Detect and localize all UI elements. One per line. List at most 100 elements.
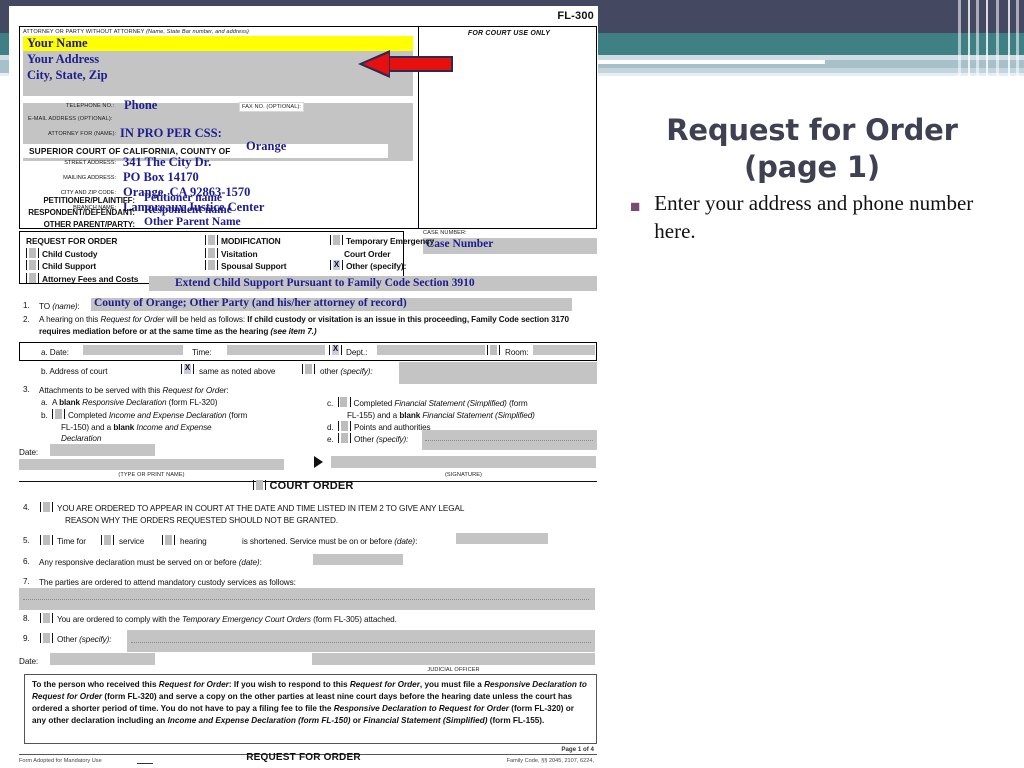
item-6-date-field[interactable] bbox=[313, 554, 403, 565]
checkbox-item-3e[interactable] bbox=[337, 433, 351, 443]
item-7-dotline bbox=[23, 599, 589, 600]
checkbox-attorney-fees[interactable] bbox=[26, 272, 39, 283]
item-3a: a. A blank Responsive Declaration (form … bbox=[41, 398, 218, 407]
item-2b-other-label: other (specify): bbox=[320, 367, 373, 376]
email-label: E-MAIL ADDRESS (Optional): bbox=[28, 116, 113, 122]
bullet-list: ■ Enter your address and phone number he… bbox=[620, 190, 1012, 245]
court-order-heading-row: COURT ORDER bbox=[9, 480, 598, 492]
checkbox-other-specify[interactable]: X bbox=[330, 260, 343, 271]
notice-text: To the person who received this Request … bbox=[32, 680, 587, 726]
checkbox-spousal-support[interactable] bbox=[205, 260, 218, 271]
checkbox-row-child-custody: Child Custody bbox=[26, 247, 206, 261]
banner-stripe-4 bbox=[986, 0, 988, 76]
temporary-emergency-line-2: Court Order bbox=[344, 248, 391, 259]
item-5-date-field[interactable] bbox=[456, 533, 548, 544]
checkbox-child-support[interactable] bbox=[26, 260, 39, 271]
page-title-line-1: Request for Order bbox=[666, 113, 958, 147]
judicial-officer-label: JUDICIAL OFFICER bbox=[427, 667, 480, 673]
telephone-row: TELEPHONE NO.: Phone FAX NO. (Optional): bbox=[20, 98, 419, 116]
checkbox-item-3d[interactable] bbox=[337, 421, 351, 431]
annotation-arrow bbox=[358, 50, 454, 80]
field-street-address: 341 The City Dr. bbox=[123, 155, 212, 169]
item-2a-dept-label: Dept.: bbox=[346, 348, 368, 357]
mailing-address-label: MAILING ADDRESS: bbox=[63, 175, 116, 181]
item-3b: b. Completed Income and Expense Declarat… bbox=[41, 409, 248, 443]
list-item: ■ Enter your address and phone number he… bbox=[620, 190, 1012, 245]
field-item-1-to: County of Orange; Other Party (and his/h… bbox=[94, 297, 407, 309]
item-3-heading: Attachments to be served with this Reque… bbox=[39, 386, 229, 395]
item-2a-dept-field[interactable] bbox=[377, 345, 485, 355]
request-heading: REQUEST FOR ORDER bbox=[26, 236, 118, 246]
item-2a-time-label: Time: bbox=[192, 348, 212, 357]
checkbox-item-4[interactable] bbox=[40, 502, 53, 512]
checkbox-child-custody[interactable] bbox=[26, 247, 39, 258]
item-2a-room-field[interactable] bbox=[533, 345, 595, 355]
checkbox-item-9[interactable] bbox=[40, 633, 53, 643]
bullet-text: Enter your address and phone number here… bbox=[654, 191, 974, 243]
item-5-hearing: hearing bbox=[180, 537, 207, 546]
page-title: Request for Order (page 1) bbox=[612, 112, 1012, 186]
field-other-specify-value: Extend Child Support Pursuant to Family … bbox=[175, 277, 475, 289]
checkbox-row-other: X Other (specify): bbox=[330, 260, 475, 273]
footer-right-citation: Family Code, §§ 2045, 2107, 6224, bbox=[506, 758, 594, 764]
item-8-text: You are ordered to comply with the Tempo… bbox=[57, 615, 397, 624]
item-2a-date-field[interactable] bbox=[83, 345, 183, 355]
checkbox-room[interactable] bbox=[487, 345, 500, 355]
checkbox-item-8[interactable] bbox=[40, 613, 53, 623]
checkbox-item-5-hearing[interactable] bbox=[162, 535, 175, 545]
other-parent-label: OTHER PARENT/PARTY: bbox=[43, 220, 136, 229]
item-5-service: service bbox=[119, 537, 145, 546]
item-6-number: 6. bbox=[23, 557, 30, 566]
item-3-number: 3. bbox=[23, 385, 30, 394]
checkbox-item-3c[interactable] bbox=[337, 397, 351, 407]
field-your-address: Your Address bbox=[27, 52, 100, 66]
checkbox-row-visitation: Visitation bbox=[205, 247, 345, 261]
field-respondent: Respondent name bbox=[144, 204, 232, 216]
item-8-number: 8. bbox=[23, 614, 30, 623]
signature-field[interactable] bbox=[331, 456, 596, 468]
checkbox-other-address[interactable] bbox=[302, 364, 315, 374]
item-4-number: 4. bbox=[23, 503, 30, 512]
item-2b-other-field[interactable] bbox=[399, 362, 597, 384]
item-7-number: 7. bbox=[23, 577, 30, 586]
checkbox-item-3b[interactable] bbox=[51, 409, 65, 419]
judicial-officer-field[interactable] bbox=[312, 653, 595, 665]
item-9-field[interactable] bbox=[127, 630, 595, 652]
respondent-label: RESPONDENT/DEFENDANT: bbox=[28, 208, 135, 217]
bottom-date-label: Date: bbox=[19, 657, 39, 666]
checkbox-row-modification: MODIFICATION bbox=[205, 235, 345, 248]
checkbox-row-child-support: Child Support bbox=[26, 260, 206, 273]
notice-box: To the person who received this Request … bbox=[24, 674, 597, 744]
checkbox-court-order[interactable] bbox=[253, 480, 267, 490]
bottom-date-field[interactable] bbox=[50, 653, 155, 665]
checkbox-same-as-above[interactable]: X bbox=[181, 363, 194, 374]
checkbox-visitation[interactable] bbox=[205, 247, 218, 258]
checkbox-item-5[interactable] bbox=[40, 535, 53, 545]
print-name-field[interactable] bbox=[19, 459, 284, 470]
banner-stripe-5 bbox=[996, 0, 999, 76]
field-your-name: Your Name bbox=[27, 36, 88, 50]
item-5-number: 5. bbox=[23, 536, 30, 545]
checkbox-dept[interactable]: X bbox=[329, 344, 342, 355]
arrow-head-fill bbox=[363, 53, 389, 75]
item-2a-time-field[interactable] bbox=[227, 345, 325, 355]
checkbox-item-5-service[interactable] bbox=[101, 535, 114, 545]
banner-stripe-6 bbox=[1008, 0, 1010, 76]
banner-stripe-1 bbox=[958, 0, 961, 76]
type-or-print-name-label: (TYPE OR PRINT NAME) bbox=[118, 472, 185, 478]
field-county: Orange bbox=[246, 139, 287, 153]
checkbox-modification[interactable] bbox=[205, 235, 218, 245]
item-7-text: The parties are ordered to attend mandat… bbox=[39, 578, 296, 587]
petitioner-label: PETITIONER/PLAINTIFF: bbox=[43, 196, 135, 205]
fax-label: FAX NO. (Optional): bbox=[239, 102, 305, 112]
item-9-dotline bbox=[131, 642, 591, 643]
checkbox-temporary-emergency[interactable] bbox=[330, 235, 343, 245]
field-mailing-address: PO Box 14170 bbox=[123, 170, 199, 184]
item-9-text: Other (specify): bbox=[57, 635, 112, 644]
item-3c: c. Completed Financial Statement (Simpli… bbox=[327, 397, 535, 420]
item-6-text: Any responsive declaration must be serve… bbox=[39, 558, 262, 567]
checkbox-row-temporary-emergency: Temporary Emergency bbox=[330, 235, 475, 248]
signature-date-field[interactable] bbox=[50, 444, 155, 456]
telephone-label: TELEPHONE NO.: bbox=[66, 103, 115, 109]
request-column-3: Temporary Emergency Court Order X Other (… bbox=[330, 235, 475, 273]
